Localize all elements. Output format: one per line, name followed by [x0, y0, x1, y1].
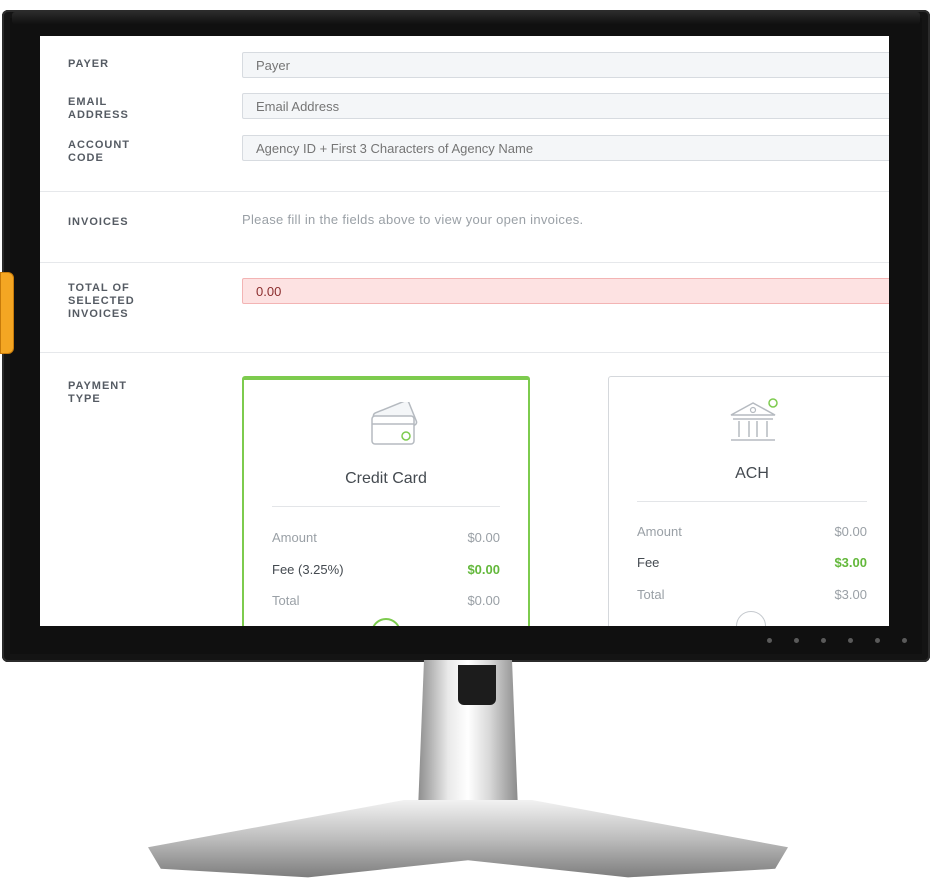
total-selected-label: TOTAL OF SELECTED INVOICES: [68, 282, 178, 321]
total-label-line-2: SELECTED: [68, 295, 135, 307]
payer-label: PAYER: [68, 58, 110, 70]
account-code-label: ACCOUNT CODE: [68, 139, 178, 165]
monitor-stand-base: [148, 800, 788, 878]
monitor-buttons: [767, 638, 907, 643]
amount-value: $0.00: [467, 530, 500, 545]
payment-type-label-line-2: TYPE: [68, 393, 101, 405]
invoices-label: INVOICES: [68, 216, 129, 228]
auto-button-icon: [902, 638, 907, 643]
divider: [40, 352, 889, 353]
credit-card-total-row: Total $0.00: [272, 593, 500, 608]
ach-option[interactable]: ACH Amount $0.00 Fee $3.00 Total $3.00: [608, 376, 889, 626]
ach-amount-row: Amount $0.00: [637, 524, 867, 539]
amount-value: $0.00: [834, 524, 867, 539]
fee-value: $3.00: [834, 555, 867, 570]
email-label-line-1: EMAIL: [68, 96, 108, 108]
ach-radio[interactable]: [736, 611, 766, 626]
ach-fee-row: Fee $3.00: [637, 555, 867, 570]
total-label: Total: [272, 593, 300, 608]
divider: [40, 262, 889, 263]
email-label-line-2: ADDRESS: [68, 109, 129, 121]
credit-card-title: Credit Card: [345, 470, 427, 487]
amount-label: Amount: [637, 524, 682, 539]
card-divider: [272, 506, 500, 507]
credit-card-option[interactable]: Credit Card Amount $0.00 Fee (3.25%) $0.…: [242, 376, 530, 626]
ach-title: ACH: [735, 465, 769, 482]
email-label: EMAIL ADDRESS: [68, 96, 178, 122]
fee-label: Fee (3.25%): [272, 562, 344, 577]
email-input[interactable]: [242, 93, 889, 119]
fee-label: Fee: [637, 555, 660, 570]
credit-card-fee-row: Fee (3.25%) $0.00: [272, 562, 500, 577]
account-label-line-1: ACCOUNT: [68, 139, 130, 151]
credit-card-icon: [371, 402, 418, 445]
credit-card-radio[interactable]: [371, 618, 401, 626]
total-label: Total: [637, 587, 665, 602]
card-divider: [637, 501, 867, 502]
bank-icon: [730, 398, 778, 441]
input-button-icon: [794, 638, 799, 643]
menu-button-icon: [821, 638, 826, 643]
total-value: $0.00: [467, 593, 500, 608]
amount-label: Amount: [272, 530, 317, 545]
payment-type-label-line-1: PAYMENT: [68, 380, 127, 392]
power-button-icon: [767, 638, 772, 643]
plus-button-icon: [875, 638, 880, 643]
payment-type-label: PAYMENT TYPE: [68, 380, 178, 406]
monitor-top-edge: [12, 12, 920, 24]
divider: [40, 191, 889, 192]
payment-form-screen: PAYER EMAIL ADDRESS ACCOUNT CODE INVOICE…: [40, 36, 889, 626]
fee-value: $0.00: [467, 562, 500, 577]
total-label-line-3: INVOICES: [68, 308, 129, 320]
payer-input[interactable]: [242, 52, 889, 78]
minus-button-icon: [848, 638, 853, 643]
invoices-note: Please fill in the fields above to view …: [242, 212, 584, 227]
total-value: $3.00: [834, 587, 867, 602]
account-code-input[interactable]: [242, 135, 889, 161]
side-badge: [0, 272, 14, 354]
credit-card-amount-row: Amount $0.00: [272, 530, 500, 545]
account-label-line-2: CODE: [68, 152, 104, 164]
total-selected-value: 0.00: [242, 278, 889, 304]
ach-total-row: Total $3.00: [637, 587, 867, 602]
total-label-line-1: TOTAL OF: [68, 282, 130, 294]
cable-slot: [458, 665, 496, 705]
